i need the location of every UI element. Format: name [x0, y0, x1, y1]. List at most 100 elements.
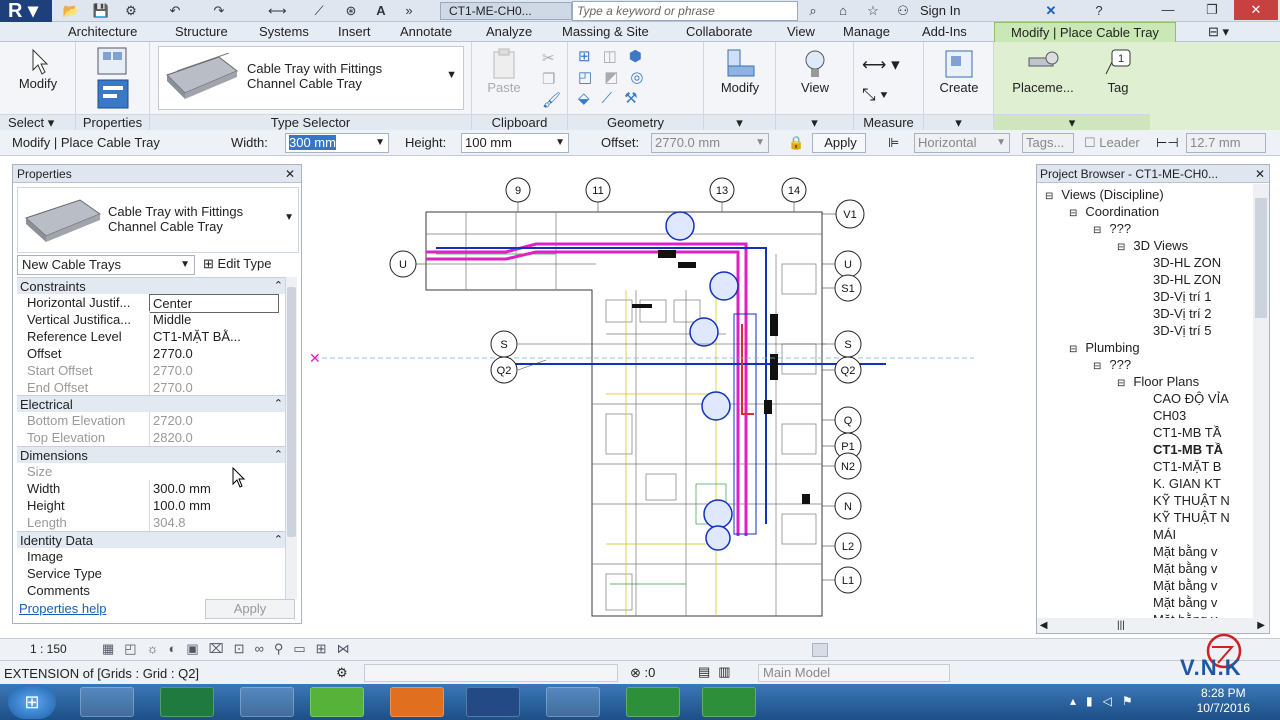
- browser-node[interactable]: CT1-MẶT B: [1141, 458, 1221, 475]
- text-icon[interactable]: A: [372, 2, 390, 20]
- view-panel-dropdown[interactable]: ▾: [776, 114, 853, 130]
- clock[interactable]: 8:28 PM 10/7/2016: [1197, 686, 1250, 716]
- properties-button[interactable]: [92, 46, 132, 115]
- browser-node[interactable]: MÁI: [1141, 526, 1176, 543]
- join-icon[interactable]: ⬢: [629, 48, 654, 65]
- design-options-icons[interactable]: ▤▥: [698, 664, 739, 680]
- minimize-button[interactable]: —: [1146, 0, 1190, 20]
- temp-hide-icon[interactable]: ∞: [255, 641, 274, 656]
- flag-icon[interactable]: ⚑: [1122, 694, 1143, 708]
- help-icon[interactable]: ?: [1090, 2, 1108, 20]
- expand-icon[interactable]: ⊟: [1093, 225, 1101, 236]
- browser-node[interactable]: CH03: [1141, 407, 1186, 424]
- prop-image[interactable]: Image: [17, 548, 289, 565]
- floor-plan[interactable]: ✕ 9 11 13 14 V1 U S1 S Q2 Q P1 N2 N L2 L…: [306, 164, 1034, 632]
- browser-node[interactable]: 3D-Vị trí 5: [1141, 322, 1212, 339]
- split-face-icon[interactable]: ◰: [578, 69, 604, 86]
- view-scale[interactable]: 1 : 150: [30, 642, 67, 656]
- browser-hscrollbar[interactable]: ◀ ||| ▶: [1037, 618, 1269, 633]
- ribbon-toggle-icon[interactable]: ⊟ ▾: [1208, 22, 1229, 42]
- close-button[interactable]: ✕: [1234, 0, 1278, 20]
- more-icon[interactable]: »: [400, 2, 418, 20]
- taskbar-explorer-icon[interactable]: [80, 687, 134, 717]
- worksets-icon[interactable]: ⚙: [336, 665, 348, 681]
- taskbar-revit-icon[interactable]: [466, 687, 520, 717]
- duct-run[interactable]: [436, 247, 886, 524]
- group-identity-data[interactable]: Identity Data ⌃: [17, 531, 289, 548]
- sync-icon[interactable]: ⚙: [122, 2, 140, 20]
- open-icon[interactable]: 📂: [62, 2, 80, 20]
- reveal-icon[interactable]: ⚲: [274, 641, 294, 656]
- cable-tray-run[interactable]: [426, 242, 748, 536]
- browser-node[interactable]: Mặt bằng v: [1141, 543, 1217, 560]
- taskbar-image-icon[interactable]: [546, 687, 600, 717]
- design-option-select[interactable]: Main Model: [758, 664, 950, 682]
- group-electrical[interactable]: Electrical ⌃: [17, 395, 289, 412]
- measure-between-icon[interactable]: ⟷ ▾: [862, 50, 900, 80]
- taskbar-excel-icon[interactable]: [160, 687, 214, 717]
- select-panel-label[interactable]: Select ▾: [0, 114, 75, 130]
- tab-modify-place-cable-tray[interactable]: Modify | Place Cable Tray: [994, 22, 1176, 43]
- modify-tools-button[interactable]: Modify: [710, 48, 770, 95]
- sun-path-icon[interactable]: ☼: [147, 641, 169, 656]
- tab-structure[interactable]: Structure: [175, 22, 228, 42]
- browser-node[interactable]: Mặt bằng v: [1141, 560, 1217, 577]
- copy-icon[interactable]: ❐: [542, 69, 561, 90]
- browser-node[interactable]: CT1-MB TẦ: [1141, 424, 1221, 441]
- workset-select[interactable]: [364, 664, 618, 682]
- tab-architecture[interactable]: Architecture: [68, 22, 137, 42]
- grid-bubbles[interactable]: [389, 177, 865, 594]
- placement-dropdown[interactable]: ▾: [994, 114, 1150, 130]
- tab-manage[interactable]: Manage: [843, 22, 890, 42]
- paint-icon[interactable]: ◩: [604, 69, 630, 86]
- user-icon[interactable]: ⚇: [894, 2, 912, 20]
- taskbar-player-icon[interactable]: [390, 687, 444, 717]
- taskbar-camtasia2-icon[interactable]: [702, 687, 756, 717]
- cope-icon[interactable]: ⊞: [578, 48, 603, 65]
- tab-annotate[interactable]: Annotate: [400, 22, 452, 42]
- modify-button[interactable]: Modify: [6, 48, 70, 91]
- favorites-icon[interactable]: ☆: [864, 2, 882, 20]
- tray-expand-icon[interactable]: ▴: [1070, 694, 1086, 708]
- browser-node[interactable]: 3D-Vị trí 2: [1141, 305, 1212, 322]
- browser-node[interactable]: K. GIAN KT: [1141, 475, 1221, 492]
- tags-button[interactable]: Tags...: [1022, 133, 1074, 153]
- tab-massing-site[interactable]: Massing & Site: [562, 22, 649, 42]
- browser-node[interactable]: Mặt bằng v: [1141, 594, 1217, 611]
- browser-node[interactable]: 3D-HL ZON: [1141, 271, 1221, 288]
- demolish-icon[interactable]: ◎: [630, 69, 655, 86]
- taskbar-media-icon[interactable]: [240, 687, 294, 717]
- constraints-icon[interactable]: ⋈: [337, 641, 360, 656]
- prop-offset[interactable]: Offset 2770.0: [17, 345, 289, 362]
- expand-icon[interactable]: ⊟: [1093, 361, 1101, 372]
- justification-icon[interactable]: ⊫: [888, 134, 899, 152]
- prop-comments[interactable]: Comments: [17, 582, 289, 599]
- browser-node[interactable]: Mặt bằng v: [1141, 577, 1217, 594]
- placement-button[interactable]: Placeme...: [1006, 48, 1080, 95]
- horizontal-scroll-thumb[interactable]: [812, 643, 828, 657]
- prop-service-type[interactable]: Service Type: [17, 565, 289, 582]
- browser-node[interactable]: CAO ĐỘ VỈA: [1141, 390, 1229, 407]
- cut-icon[interactable]: ✂: [542, 48, 561, 69]
- type-selector[interactable]: Cable Tray with Fittings Channel Cable Tr…: [158, 46, 464, 110]
- match-icon[interactable]: 🖌: [542, 90, 561, 111]
- tab-collaborate[interactable]: Collaborate: [686, 22, 753, 42]
- undo-icon[interactable]: ↶: [166, 2, 184, 20]
- expand-icon[interactable]: ⊟: [1117, 378, 1125, 389]
- browser-vscrollbar[interactable]: [1253, 184, 1269, 618]
- height-select[interactable]: 100 mm ▼: [461, 133, 569, 153]
- justification-select[interactable]: Horizontal ▼: [914, 133, 1010, 153]
- expand-icon[interactable]: ⊟: [1069, 344, 1077, 355]
- drawing-area[interactable]: ✕ 9 11 13 14 V1 U S1 S Q2 Q P1 N2 N L2 L…: [306, 164, 1034, 632]
- prop-height[interactable]: Height 100.0 mm: [17, 497, 289, 514]
- create-button[interactable]: Create: [930, 48, 988, 95]
- close-browser-icon[interactable]: ✕: [1254, 165, 1265, 182]
- leader-checkbox[interactable]: ☐ Leader: [1084, 134, 1140, 152]
- volume-icon[interactable]: ◁: [1103, 694, 1122, 708]
- search-input[interactable]: Type a keyword or phrase: [572, 1, 798, 21]
- battery-icon[interactable]: ▮: [1086, 694, 1103, 708]
- tag-qa-icon[interactable]: ⊛: [342, 2, 360, 20]
- restore-button[interactable]: ❐: [1190, 0, 1234, 20]
- render-icon[interactable]: ▣: [186, 641, 208, 656]
- prop-vertical-justification[interactable]: Vertical Justifica... Middle: [17, 311, 289, 328]
